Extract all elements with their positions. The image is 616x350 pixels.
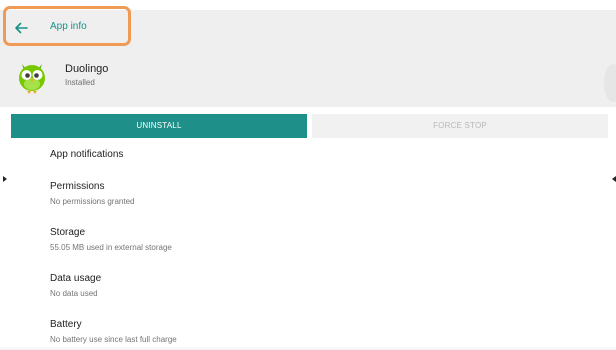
setting-summary: No permissions granted: [50, 197, 135, 206]
toolbar: App info: [0, 10, 616, 46]
setting-permissions[interactable]: Permissions No permissions granted: [50, 180, 590, 207]
uninstall-button[interactable]: UNINSTALL: [11, 114, 307, 138]
setting-data-usage[interactable]: Data usage No data used: [50, 272, 590, 299]
arrow-back-icon[interactable]: [12, 19, 30, 37]
setting-summary: No data used: [50, 289, 98, 298]
app-status: Installed: [65, 78, 95, 87]
app-name: Duolingo: [65, 63, 109, 75]
header-area: App info Duolingo Installed: [0, 10, 616, 107]
right-edge-arrow-icon: [612, 176, 616, 182]
app-header: Duolingo Installed: [0, 54, 616, 110]
force-stop-button[interactable]: FORCE STOP: [312, 114, 608, 138]
setting-title: Permissions: [50, 181, 105, 192]
page-title: App info: [50, 21, 87, 32]
edge-handle: [604, 64, 616, 102]
left-edge-arrow-icon: [3, 176, 7, 182]
setting-title: Battery: [50, 319, 82, 330]
bottom-shadow: [0, 346, 616, 350]
setting-storage[interactable]: Storage 55.05 MB used in external storag…: [50, 226, 590, 253]
setting-app-notifications[interactable]: App notifications: [50, 148, 590, 162]
setting-title: App notifications: [50, 149, 124, 160]
setting-title: Data usage: [50, 273, 102, 284]
setting-summary: No battery use since last full charge: [50, 335, 177, 344]
setting-title: Storage: [50, 227, 86, 238]
app-info-screen: App info Duolingo Installed UNINSTALL FO…: [0, 0, 616, 350]
setting-battery[interactable]: Battery No battery use since last full c…: [50, 318, 590, 345]
duolingo-owl-icon: [12, 56, 52, 96]
setting-summary: 55.05 MB used in external storage: [50, 243, 172, 252]
